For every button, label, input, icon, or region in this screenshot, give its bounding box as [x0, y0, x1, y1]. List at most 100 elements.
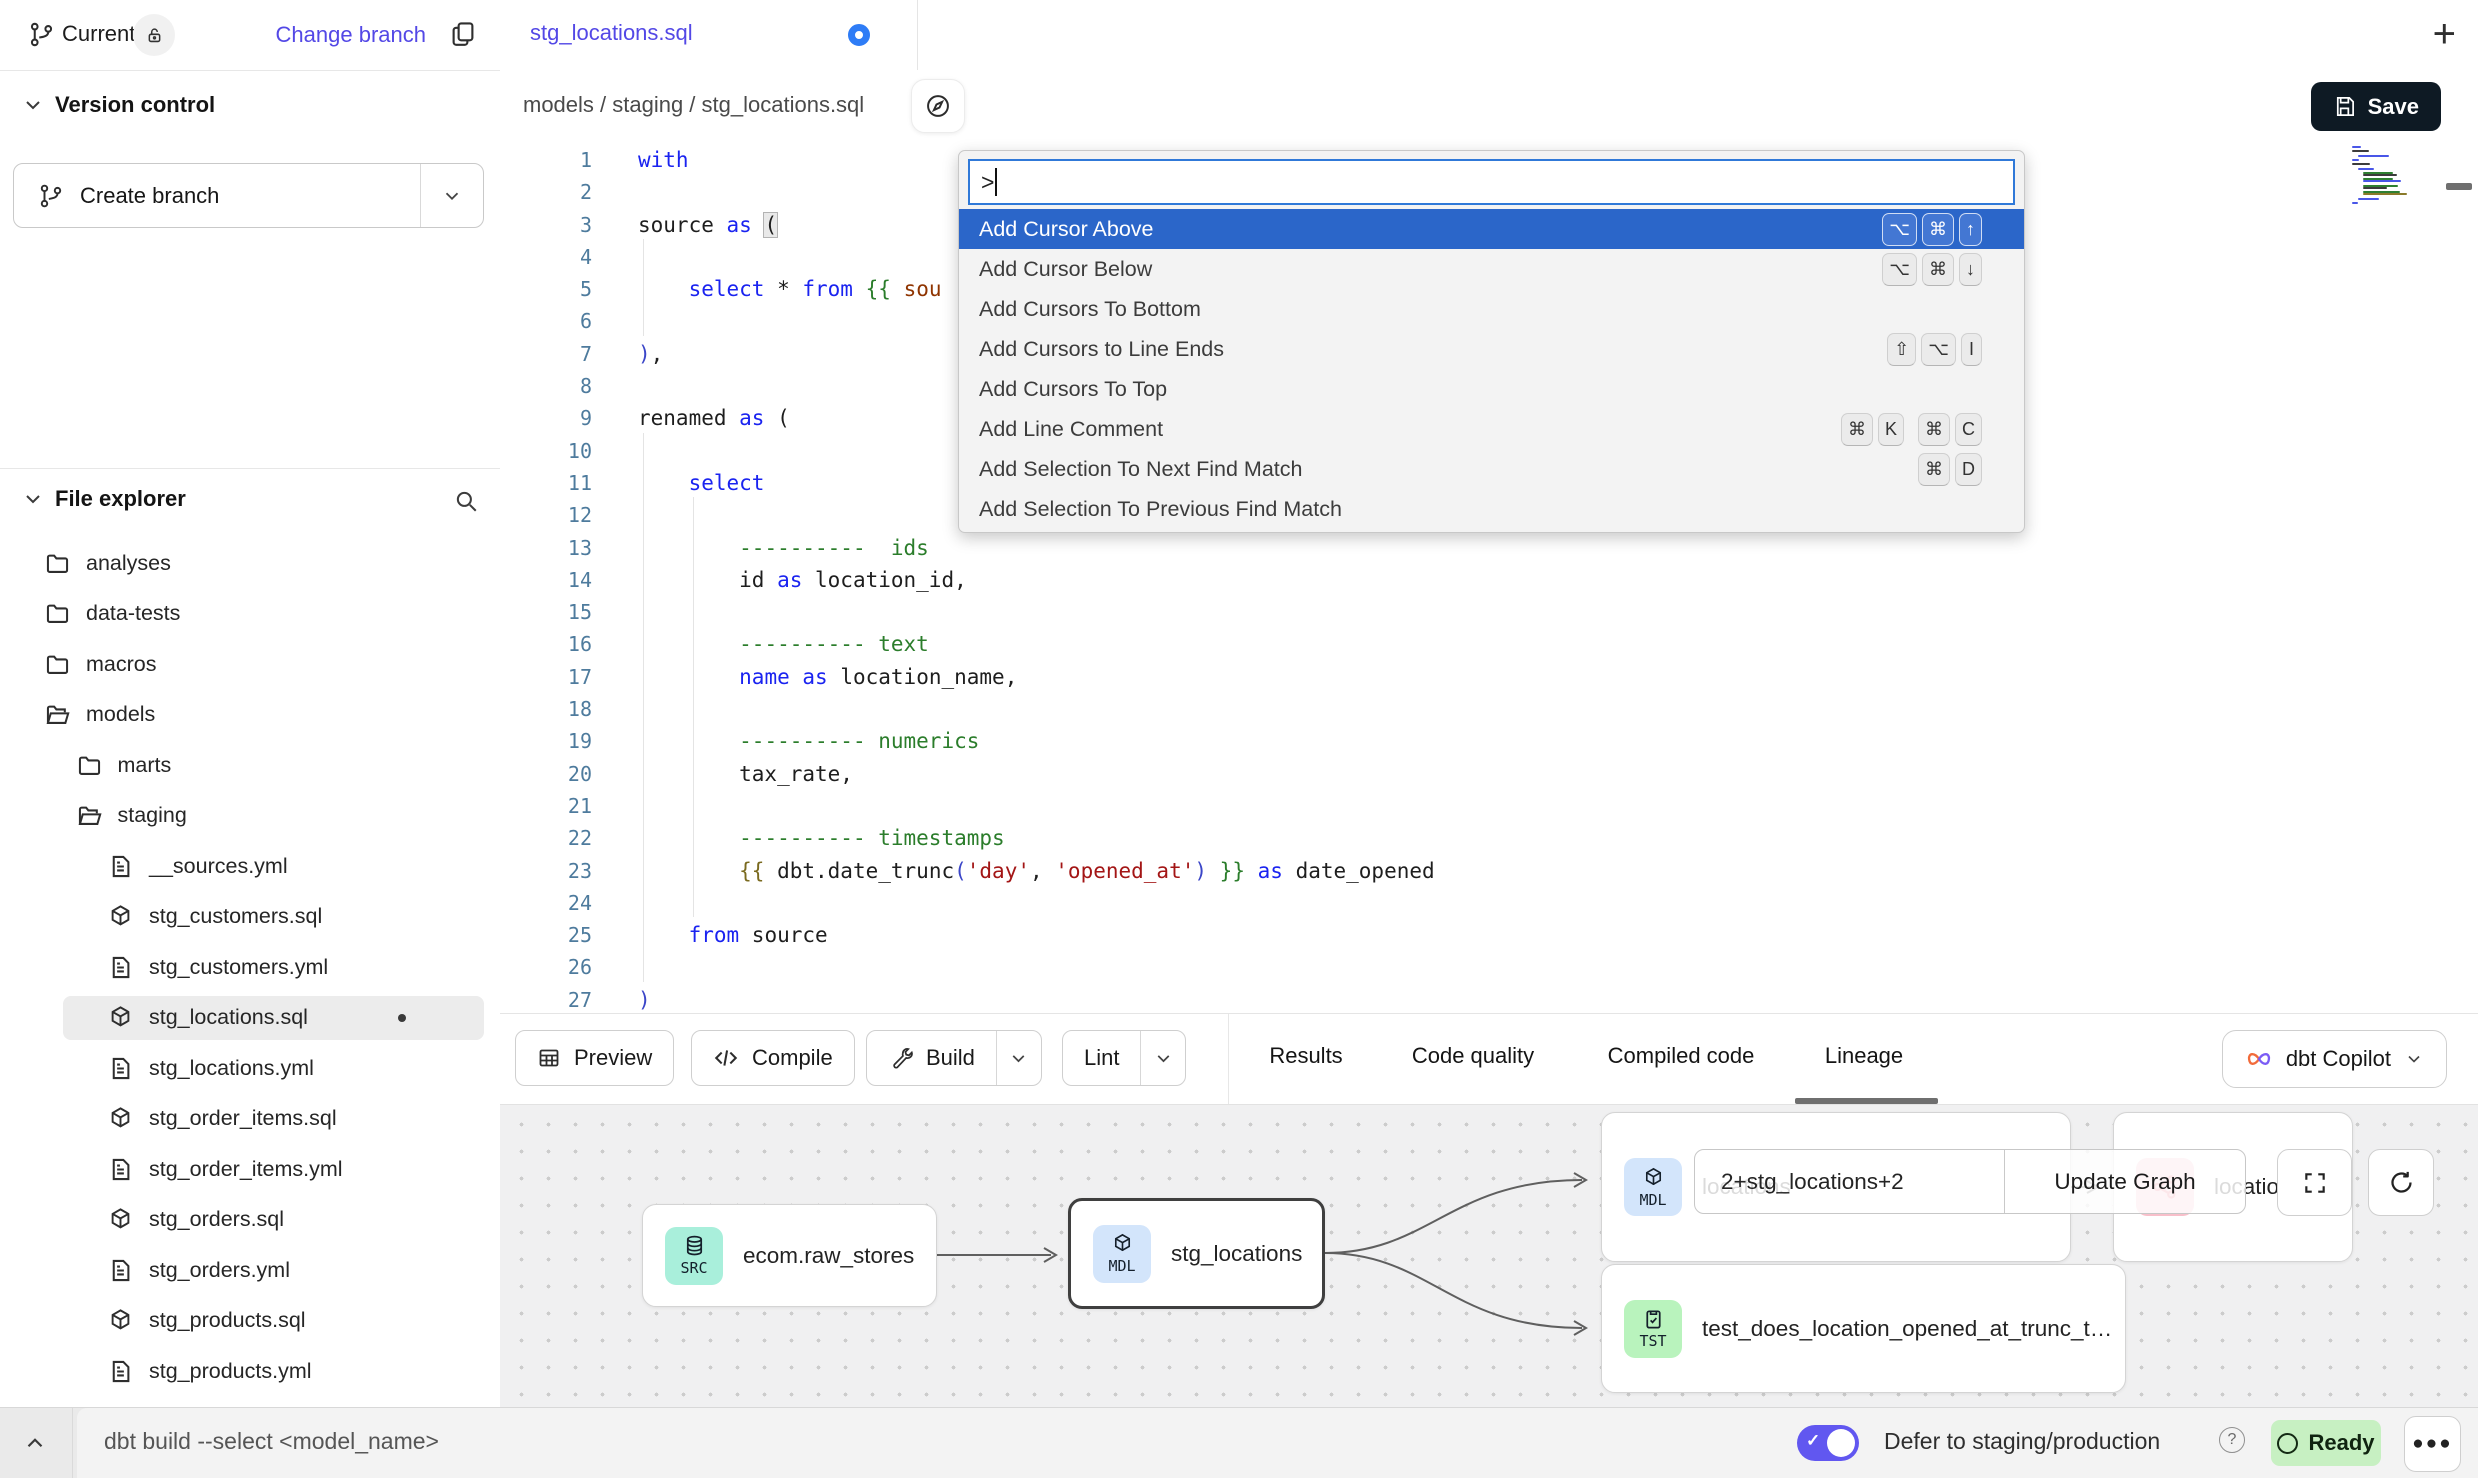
lineage-canvas[interactable]: SRCecom.raw_storesMDLstg_locationsMDLloc…	[500, 1105, 2478, 1407]
compass-button[interactable]	[911, 79, 965, 133]
version-control-section-header[interactable]: Version control	[21, 92, 215, 118]
minimap[interactable]	[2352, 146, 2400, 208]
sidebar: Current Change branch Version control	[0, 0, 501, 1407]
palette-item-label: Add Cursors to Line Ends	[979, 337, 1224, 362]
build-button[interactable]: Build	[866, 1030, 1042, 1086]
lineage-node-stg_locations[interactable]: MDLstg_locations	[1068, 1198, 1325, 1309]
command-bar-divider	[72, 1408, 73, 1478]
folder-icon	[44, 600, 71, 627]
file-row-stg_products.yml[interactable]: stg_products.yml	[0, 1346, 500, 1397]
file-row-marts[interactable]: marts	[0, 740, 500, 791]
line-numbers: 1234567891011121314151617181920212223242…	[500, 144, 592, 1013]
dbt-copilot-button[interactable]: dbt Copilot	[2222, 1030, 2447, 1088]
palette-item-add-selection-to-previous-find-match[interactable]: Add Selection To Previous Find Match	[959, 489, 2024, 529]
palette-item-add-line-comment[interactable]: Add Line Comment⌘K⌘C	[959, 409, 2024, 449]
more-options-button[interactable]: ●●●	[2404, 1416, 2461, 1472]
file-row-stg_customers.sql[interactable]: stg_customers.sql	[0, 892, 500, 943]
node-label: ecom.raw_stores	[743, 1243, 914, 1269]
panel-tab-results[interactable]: Results	[1269, 1043, 1342, 1069]
file-row-staging[interactable]: staging	[0, 791, 500, 842]
tab-label: stg_locations.sql	[530, 20, 693, 46]
doc-icon	[107, 954, 134, 981]
collapse-command-bar-button[interactable]	[22, 1430, 48, 1456]
editor-tab-bar: stg_locations.sql +	[500, 0, 2478, 71]
palette-item-partial[interactable]	[959, 529, 2024, 533]
file-row-stg_order_items.sql[interactable]: stg_order_items.sql	[0, 1094, 500, 1145]
file-row-analyses[interactable]: analyses	[0, 538, 500, 589]
file-label: __sources.yml	[149, 854, 288, 879]
copy-icon[interactable]	[448, 19, 478, 49]
update-graph-button[interactable]: Update Graph	[2005, 1169, 2245, 1195]
sidebar-divider	[0, 468, 500, 469]
keyboard-key: ↑	[1959, 213, 1982, 246]
file-label: marts	[118, 753, 172, 778]
file-explorer-section-header[interactable]: File explorer	[21, 486, 479, 512]
active-tab-underline	[1795, 1098, 1938, 1104]
defer-toggle[interactable]: ✓	[1797, 1425, 1859, 1461]
file-row-stg_customers.yml[interactable]: stg_customers.yml	[0, 942, 500, 993]
create-branch-button[interactable]: Create branch	[13, 163, 484, 228]
palette-item-add-selection-to-next-find-match[interactable]: Add Selection To Next Find Match⌘D	[959, 449, 2024, 489]
create-branch-dropdown[interactable]	[420, 164, 483, 227]
lint-dropdown[interactable]	[1140, 1031, 1185, 1085]
tab-stg-locations-sql[interactable]: stg_locations.sql	[500, 0, 918, 70]
palette-item-add-cursor-above[interactable]: Add Cursor Above⌥⌘↑	[959, 209, 2024, 249]
panel-tab-lineage[interactable]: Lineage	[1825, 1043, 1903, 1069]
file-row-stg_orders.sql[interactable]: stg_orders.sql	[0, 1195, 500, 1246]
help-icon[interactable]: ?	[2219, 1427, 2245, 1453]
keyboard-key: ⌘	[1918, 453, 1950, 486]
file-label: stg_order_items.yml	[149, 1157, 343, 1182]
file-row-macros[interactable]: macros	[0, 639, 500, 690]
breadcrumb: models / staging / stg_locations.sql	[523, 92, 864, 118]
model-icon	[1111, 1232, 1134, 1255]
dbt-copilot-icon	[2245, 1045, 2273, 1073]
file-row-stg_orders.yml[interactable]: stg_orders.yml	[0, 1245, 500, 1296]
keyboard-key: C	[1955, 413, 1982, 446]
status-circle-icon	[2277, 1433, 2298, 1454]
code-line-17: name as location_name,	[638, 661, 1435, 693]
palette-item-label: Add Line Comment	[979, 417, 1163, 442]
build-dropdown[interactable]	[996, 1031, 1041, 1085]
file-row-data-tests[interactable]: data-tests	[0, 589, 500, 640]
palette-item-add-cursors-to-bottom[interactable]: Add Cursors To Bottom	[959, 289, 2024, 329]
fullscreen-button[interactable]	[2277, 1149, 2352, 1216]
chevron-down-icon	[1153, 1048, 1174, 1069]
code-line-27: )	[638, 984, 1435, 1013]
code-line-15	[638, 596, 1435, 628]
panel-tab-code-quality[interactable]: Code quality	[1412, 1043, 1534, 1069]
keyboard-key: K	[1878, 413, 1904, 446]
palette-input[interactable]: >	[968, 159, 2015, 205]
palette-item-add-cursor-below[interactable]: Add Cursor Below⌥⌘↓	[959, 249, 2024, 289]
file-explorer-title: File explorer	[55, 486, 186, 512]
git-branch-icon	[38, 183, 64, 209]
compile-button[interactable]: Compile	[691, 1030, 855, 1086]
search-icon[interactable]	[453, 488, 479, 514]
file-row-stg_locations.sql[interactable]: stg_locations.sql	[0, 993, 500, 1044]
file-row-stg_locations.yml[interactable]: stg_locations.yml	[0, 1043, 500, 1094]
file-row-stg_products.sql[interactable]: stg_products.sql	[0, 1296, 500, 1347]
lineage-selector-input[interactable]: 2+stg_locations+2	[1695, 1169, 2004, 1195]
lineage-node-test_does_location_opened_at_trunc_t-[interactable]: TSTtest_does_location_opened_at_trunc_t…	[1601, 1264, 2126, 1393]
new-tab-button[interactable]: +	[2433, 12, 2456, 56]
lineage-node-ecom-raw_stores[interactable]: SRCecom.raw_stores	[642, 1204, 937, 1307]
preview-button[interactable]: Preview	[515, 1030, 674, 1086]
file-row-stg_order_items.yml[interactable]: stg_order_items.yml	[0, 1144, 500, 1195]
file-row-__sources.yml[interactable]: __sources.yml	[0, 841, 500, 892]
save-button[interactable]: Save	[2311, 82, 2441, 131]
palette-item-add-cursors-to-top[interactable]: Add Cursors To Top	[959, 369, 2024, 409]
refresh-button[interactable]	[2368, 1149, 2434, 1216]
keyboard-key: ⌘	[1922, 253, 1954, 286]
save-label: Save	[2368, 94, 2419, 120]
change-branch-link[interactable]: Change branch	[276, 22, 426, 48]
palette-item-add-cursors-to-line-ends[interactable]: Add Cursors to Line Ends⇧⌥I	[959, 329, 2024, 369]
palette-input-value: >	[981, 169, 994, 196]
file-label: stg_products.yml	[149, 1359, 312, 1384]
model-badge: MDL	[1093, 1225, 1151, 1283]
dbt-ide-app: Current Change branch Version control	[0, 0, 2478, 1478]
panel-tab-compiled-code[interactable]: Compiled code	[1608, 1043, 1755, 1069]
chevron-down-icon	[2404, 1049, 2424, 1069]
file-row-models[interactable]: models	[0, 690, 500, 741]
lint-button[interactable]: Lint	[1062, 1030, 1186, 1086]
model-icon	[107, 1004, 134, 1031]
keyboard-key: ⌥	[1921, 333, 1956, 366]
